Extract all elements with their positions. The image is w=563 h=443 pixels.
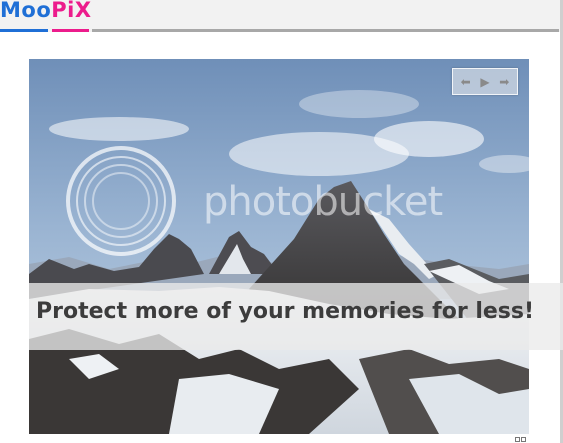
- slideshow-controls: ⬅ ▶ ➡: [452, 68, 518, 95]
- play-icon[interactable]: ▶: [477, 74, 493, 90]
- fullscreen-icon[interactable]: [515, 437, 529, 443]
- arrow-left-icon[interactable]: ⬅: [458, 74, 474, 90]
- page: MooPiX photobucket ⬅ ▶ ➡ Protect more of…: [0, 0, 563, 443]
- fullscreen-icon-left: [515, 437, 520, 442]
- header-rule-gray: [92, 29, 559, 32]
- header-rule-pink: [52, 29, 89, 32]
- promo-banner[interactable]: Protect more of your memories for less!: [29, 283, 563, 350]
- slideshow-photo[interactable]: [29, 59, 529, 434]
- promo-banner-text: Protect more of your memories for less!: [36, 299, 535, 324]
- arrow-right-icon[interactable]: ➡: [496, 74, 512, 90]
- logo-pix: PiX: [51, 0, 92, 22]
- mountain-photo: [29, 59, 529, 434]
- header-bar: MooPiX: [0, 0, 563, 32]
- moopix-logo[interactable]: MooPiX: [0, 0, 92, 22]
- logo-moo: Moo: [0, 0, 52, 22]
- header-rule-blue: [0, 29, 48, 32]
- fullscreen-icon-right: [521, 437, 526, 442]
